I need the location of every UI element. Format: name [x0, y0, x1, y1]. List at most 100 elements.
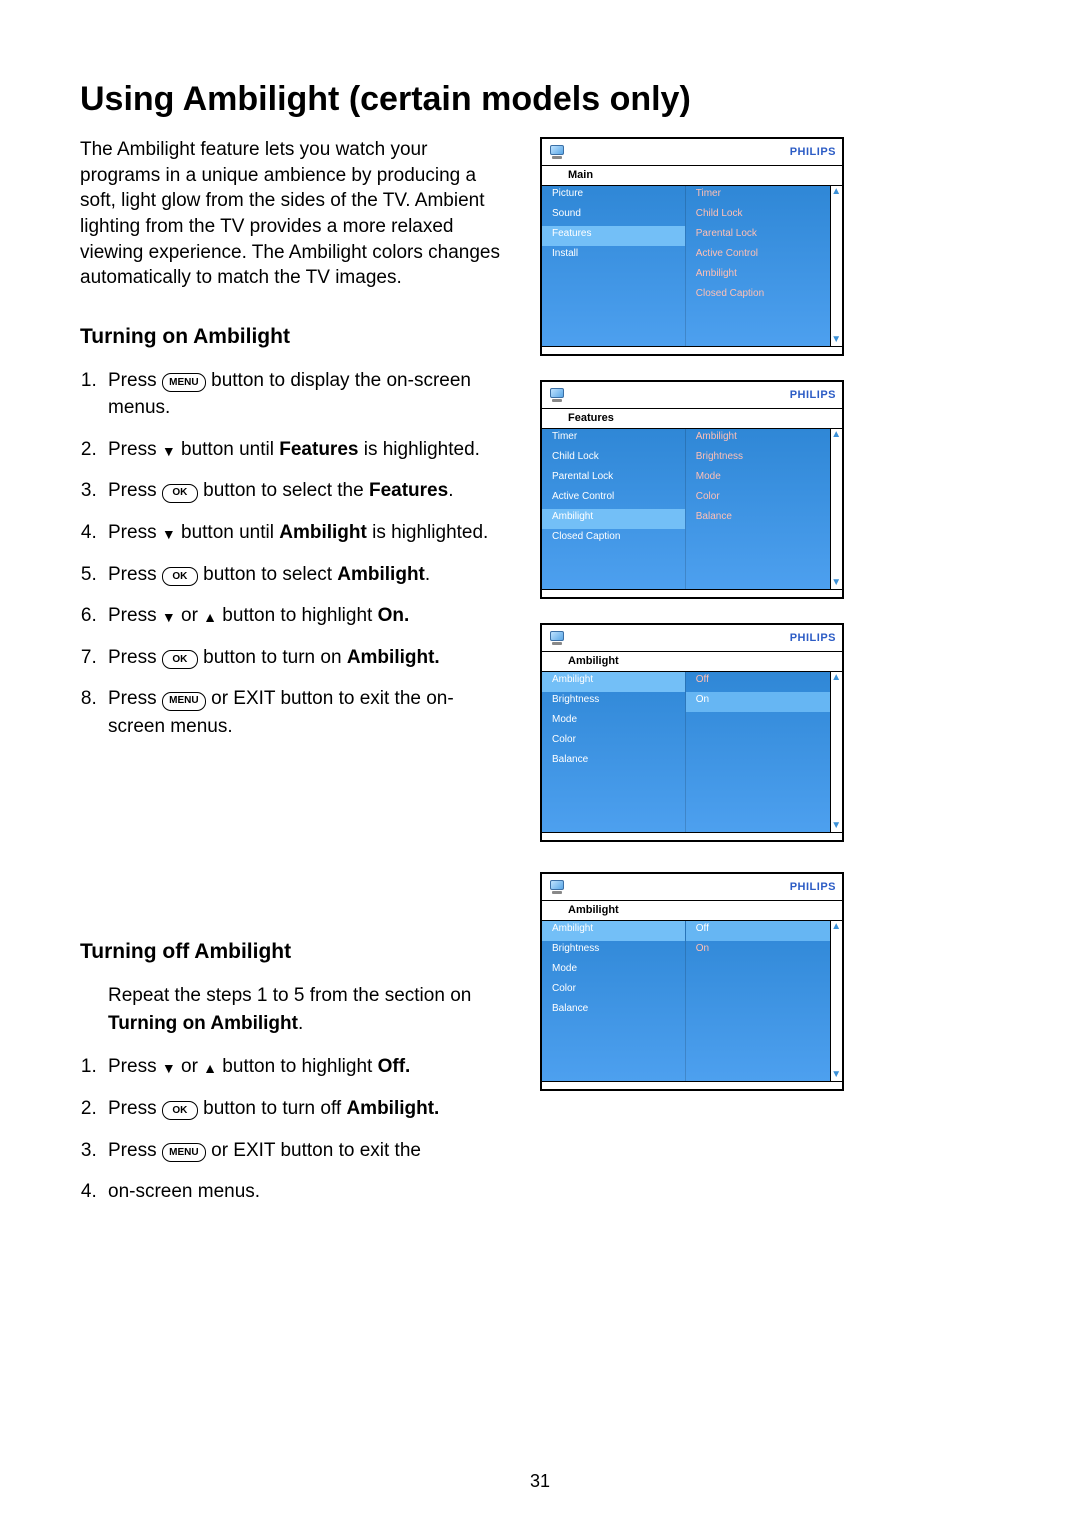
step: Press MENU button to display the on-scre… [102, 367, 500, 422]
scrollbar: ▲▼ [830, 672, 843, 832]
step: Press ▼ button until Ambilight is highli… [102, 519, 500, 547]
menu-value [686, 812, 830, 832]
menu-value: Balance [686, 509, 830, 529]
menu-item: Closed Caption [542, 529, 685, 549]
menu-value: Mode [686, 469, 830, 489]
note: Repeat the steps 1 to 5 from the section… [80, 982, 500, 1037]
brand-logo: PHILIPS [790, 389, 836, 401]
menu-item [542, 306, 685, 326]
menu-item: Mode [542, 712, 685, 732]
menu-item: Ambilight [542, 672, 685, 692]
down-triangle-icon: ▼ [162, 1061, 176, 1075]
ok-button-icon: OK [162, 650, 198, 669]
menu-item: Brightness [542, 941, 685, 961]
menu-value: Ambilight [686, 266, 830, 286]
osd-menu: PHILIPS Main PictureSoundFeaturesInstall… [540, 137, 844, 356]
menu-value [686, 1061, 830, 1081]
steps-turn-on: Press MENU button to display the on-scre… [80, 367, 500, 740]
down-triangle-icon: ▼ [162, 444, 176, 458]
menu-value: Off [686, 672, 830, 692]
menu-item [542, 772, 685, 792]
menu-item: Color [542, 981, 685, 1001]
menu-item: Ambilight [542, 509, 685, 529]
osd-menu: PHILIPS Ambilight AmbilightBrightnessMod… [540, 872, 844, 1091]
step: Press MENU or EXIT button to exit the on… [102, 685, 500, 740]
menu-item [542, 286, 685, 306]
step: Press OK button to select the Features. [102, 477, 500, 505]
brand-logo: PHILIPS [790, 146, 836, 158]
menu-value: Active Control [686, 246, 830, 266]
steps-turn-off: Press ▼ or ▲ button to highlight Off. Pr… [80, 1053, 500, 1205]
menu-value: Color [686, 489, 830, 509]
menu-value [686, 1001, 830, 1021]
menu-value: Child Lock [686, 206, 830, 226]
scroll-up-icon: ▲ [831, 672, 841, 684]
tv-icon [548, 631, 566, 645]
menu-value [686, 326, 830, 346]
menu-item [542, 792, 685, 812]
down-triangle-icon: ▼ [162, 527, 176, 541]
heading-turn-on: Turning on Ambilight [80, 325, 500, 349]
menu-breadcrumb: Main [542, 166, 842, 186]
brand-logo: PHILIPS [790, 881, 836, 893]
menu-item: Features [542, 226, 685, 246]
menu-value: Timer [686, 186, 830, 206]
brand-logo: PHILIPS [790, 632, 836, 644]
menu-item [542, 266, 685, 286]
menu-item: Install [542, 246, 685, 266]
scroll-down-icon: ▼ [831, 577, 841, 589]
step: Press ▼ button until Features is highlig… [102, 436, 500, 464]
menu-value [686, 529, 830, 549]
scroll-down-icon: ▼ [831, 334, 841, 346]
menu-item: Sound [542, 206, 685, 226]
menu-item [542, 812, 685, 832]
menu-value [686, 752, 830, 772]
scroll-up-icon: ▲ [831, 429, 841, 441]
menu-button-icon: MENU [162, 1143, 206, 1162]
menu-breadcrumb: Ambilight [542, 901, 842, 921]
page-number: 31 [0, 1471, 1080, 1492]
tv-icon [548, 145, 566, 159]
scroll-down-icon: ▼ [831, 820, 841, 832]
menu-item [542, 1041, 685, 1061]
menu-value [686, 792, 830, 812]
up-triangle-icon: ▲ [203, 1061, 217, 1075]
page-title: Using Ambilight (certain models only) [80, 80, 1010, 119]
down-triangle-icon: ▼ [162, 610, 176, 624]
menu-item: Brightness [542, 692, 685, 712]
step: Press OK button to turn on Ambilight. [102, 644, 500, 672]
menu-value: On [686, 692, 830, 712]
tv-icon [548, 388, 566, 402]
step: on-screen menus. [102, 1178, 500, 1206]
menu-item: Color [542, 732, 685, 752]
menu-breadcrumb: Features [542, 409, 842, 429]
menu-item: Child Lock [542, 449, 685, 469]
menu-value [686, 1041, 830, 1061]
menu-item: Balance [542, 752, 685, 772]
up-triangle-icon: ▲ [203, 610, 217, 624]
menu-value: Closed Caption [686, 286, 830, 306]
menu-value [686, 712, 830, 732]
menu-value [686, 549, 830, 569]
menu-item [542, 549, 685, 569]
scrollbar: ▲▼ [830, 429, 843, 589]
menu-value [686, 772, 830, 792]
menu-item [542, 326, 685, 346]
menu-item: Timer [542, 429, 685, 449]
menu-button-icon: MENU [162, 692, 206, 711]
menu-value: Parental Lock [686, 226, 830, 246]
menu-value: Ambilight [686, 429, 830, 449]
scroll-up-icon: ▲ [831, 921, 841, 933]
menu-value [686, 306, 830, 326]
menu-item: Parental Lock [542, 469, 685, 489]
menu-item: Active Control [542, 489, 685, 509]
tv-icon [548, 880, 566, 894]
osd-menu: PHILIPS Features TimerChild LockParental… [540, 380, 844, 599]
menu-value [686, 732, 830, 752]
menu-item: Balance [542, 1001, 685, 1021]
menu-value [686, 569, 830, 589]
menu-item: Mode [542, 961, 685, 981]
menu-item: Ambilight [542, 921, 685, 941]
ok-button-icon: OK [162, 1101, 198, 1120]
menu-item [542, 1061, 685, 1081]
